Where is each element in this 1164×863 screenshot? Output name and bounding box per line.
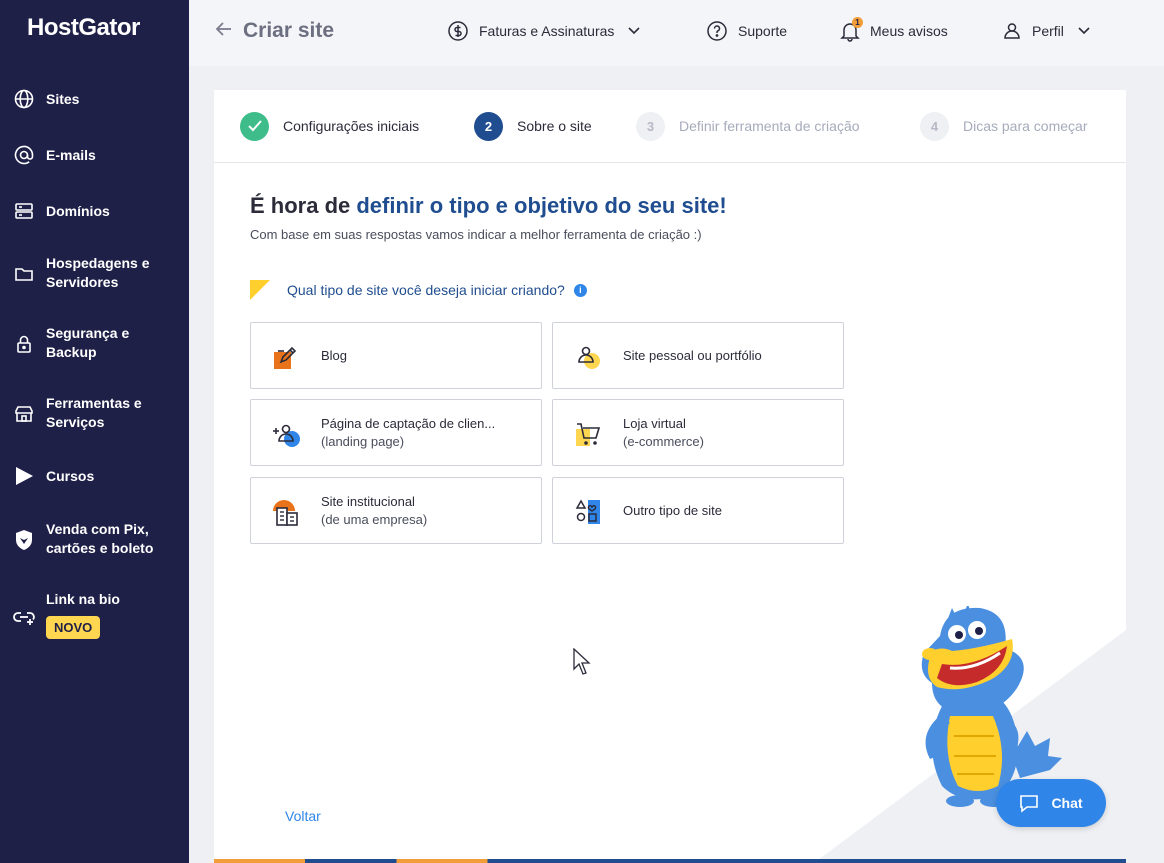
support-link[interactable]: Suporte: [706, 20, 787, 42]
shopping-cart-icon: [576, 423, 601, 446]
help-circle-icon: [707, 21, 727, 41]
step-label: Configurações iniciais: [283, 118, 420, 134]
step-label: Sobre o site: [517, 118, 592, 134]
option-ecommerce[interactable]: Loja virtual (e-commerce): [552, 399, 844, 466]
option-personal-portfolio[interactable]: Site pessoal ou portfólio: [552, 322, 844, 389]
info-icon[interactable]: i: [573, 283, 587, 297]
step-1: Configurações iniciais: [240, 111, 419, 141]
sidebar-item-hosting[interactable]: Hospedagens e Servidores: [0, 254, 189, 294]
store-icon: [13, 403, 35, 425]
page-title: Criar site: [243, 19, 335, 42]
profile-label: Perfil: [1032, 23, 1064, 39]
headline-accent: definir o tipo e objetivo do seu site!: [356, 193, 727, 218]
notices-label: Meus avisos: [870, 23, 948, 39]
dollar-circle-icon: [448, 21, 468, 41]
at-icon: [13, 144, 35, 166]
section-subline: Com base em suas respostas vamos indicar…: [250, 227, 702, 242]
step-number: 2: [474, 111, 503, 141]
option-landing-page[interactable]: Página de captação de clien... (landing p…: [250, 399, 542, 466]
step-4: 4 Dicas para começar: [920, 111, 1088, 141]
option-label: Blog: [321, 347, 348, 363]
option-label: Loja virtual (e-commerce): [623, 415, 704, 449]
play-icon: [13, 465, 35, 487]
sidebar-item-label: Ferramentas e Serviços: [46, 395, 142, 430]
sidebar-item-payments[interactable]: Venda com Pix, cartões e boleto: [0, 520, 189, 560]
shield-icon: [13, 529, 35, 551]
step-label: Definir ferramenta de criação: [679, 118, 860, 134]
billing-menu[interactable]: Faturas e Assinaturas: [447, 20, 640, 42]
sidebar: HostGator Sites E-mails Domínios Hospeda…: [0, 0, 189, 863]
sidebar-item-label: Link na bio: [46, 591, 120, 607]
mouse-cursor-icon: [573, 648, 591, 675]
lock-icon: [13, 333, 35, 355]
hostgator-logo[interactable]: HostGator: [27, 14, 140, 42]
chevron-down-icon: [1078, 27, 1090, 35]
back-link[interactable]: Voltar: [285, 808, 321, 824]
section-headline: É hora de definir o tipo e objetivo do s…: [250, 193, 727, 219]
option-institutional[interactable]: Site institucional (de uma empresa): [250, 477, 542, 544]
stepper: Configurações iniciais 2 Sobre o site 3 …: [214, 90, 1126, 163]
billing-label: Faturas e Assinaturas: [479, 23, 615, 39]
add-user-icon: [273, 424, 300, 447]
main-card: Configurações iniciais 2 Sobre o site 3 …: [214, 90, 1126, 863]
building-icon: [273, 500, 298, 526]
sidebar-item-label: Domínios: [46, 203, 110, 219]
step-2: 2 Sobre o site: [474, 111, 592, 141]
notification-count-badge: 1: [852, 17, 863, 28]
option-other[interactable]: Outro tipo de site: [552, 477, 844, 544]
chat-label: Chat: [1051, 795, 1083, 811]
option-label: Outro tipo de site: [623, 502, 722, 518]
server-icon: [13, 200, 35, 222]
sidebar-item-label: Venda com Pix, cartões e boleto: [46, 521, 154, 556]
sidebar-item-security[interactable]: Segurança e Backup: [0, 324, 189, 364]
sidebar-item-label: E-mails: [46, 147, 96, 163]
step-3: 3 Definir ferramenta de criação: [636, 111, 860, 141]
link-icon: [13, 606, 35, 628]
option-label: Site pessoal ou portfólio: [623, 347, 762, 363]
check-icon: [240, 111, 269, 141]
globe-icon: [13, 88, 35, 110]
folder-icon: [13, 263, 35, 285]
sidebar-item-label: Hospedagens e Servidores: [46, 255, 150, 290]
step-number: 4: [920, 111, 949, 141]
option-blog[interactable]: Blog: [250, 322, 542, 389]
support-label: Suporte: [738, 23, 788, 39]
sidebar-item-tools[interactable]: Ferramentas e Serviços: [0, 394, 189, 434]
user-icon: [1004, 23, 1020, 39]
sidebar-item-emails[interactable]: E-mails: [0, 144, 189, 166]
back-arrow-icon[interactable]: [215, 20, 235, 42]
headline-start: É hora de: [250, 193, 357, 218]
sidebar-item-courses[interactable]: Cursos: [0, 464, 189, 488]
bottom-accent-strip: [214, 859, 1126, 863]
question-text: Qual tipo de site você deseja iniciar cr…: [287, 282, 565, 298]
chevron-down-icon: [628, 27, 640, 35]
sidebar-item-label: Cursos: [46, 468, 95, 484]
blog-edit-icon: [274, 346, 297, 369]
chat-button[interactable]: Chat: [996, 779, 1106, 827]
new-badge: NOVO: [46, 616, 101, 639]
profile-menu[interactable]: Perfil: [1002, 20, 1090, 42]
shapes-icon: [575, 499, 600, 524]
sidebar-item-sites[interactable]: Sites: [0, 88, 189, 110]
sidebar-item-link-in-bio[interactable]: Link na bio: [0, 589, 189, 625]
option-label: Página de captação de clien... (landing p…: [321, 415, 496, 449]
question-row: Qual tipo de site você deseja iniciar cr…: [250, 279, 587, 301]
person-portfolio-icon: [578, 346, 600, 369]
chat-bubble-icon: [1020, 794, 1039, 813]
step-number: 3: [636, 111, 665, 141]
step-label: Dicas para começar: [963, 118, 1088, 134]
sidebar-item-domains[interactable]: Domínios: [0, 200, 189, 222]
option-label: Site institucional (de uma empresa): [321, 493, 428, 527]
flag-icon: [250, 280, 270, 300]
sidebar-item-label: Segurança e Backup: [46, 325, 130, 360]
sidebar-item-label: Sites: [46, 91, 80, 107]
